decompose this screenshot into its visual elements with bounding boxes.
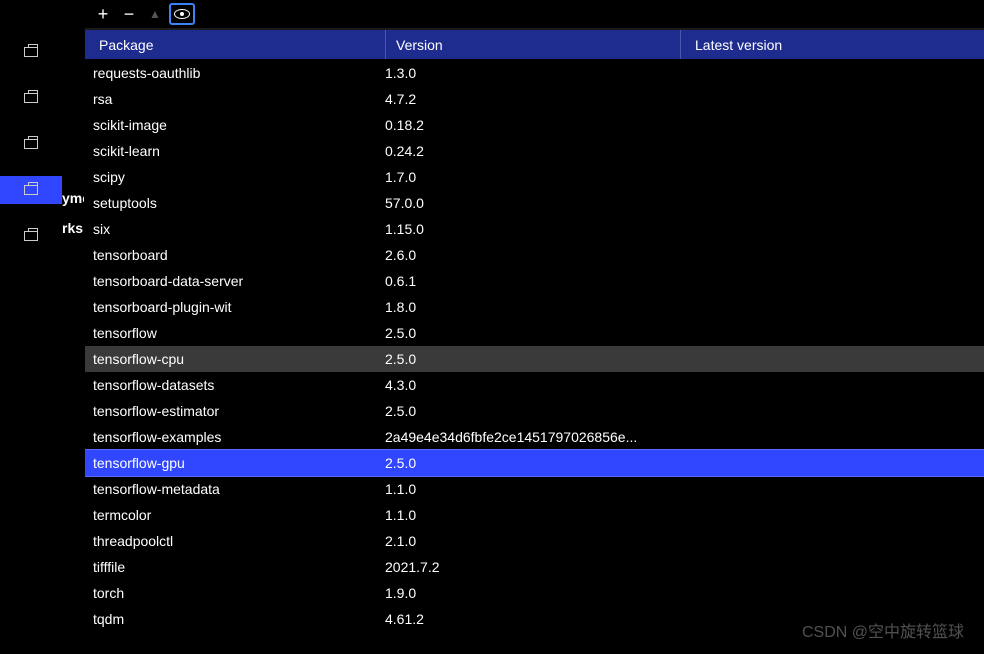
package-version-cell: 1.9.0 — [381, 585, 676, 601]
package-version-cell: 2a49e4e34d6fbfe2ce1451797026856e... — [381, 429, 676, 445]
package-version-cell: 57.0.0 — [381, 195, 676, 211]
table-row[interactable]: setuptools57.0.0 — [85, 190, 984, 216]
sidebar-label-column: yment rks — [62, 0, 84, 654]
table-row[interactable]: rsa4.7.2 — [85, 86, 984, 112]
package-name-cell: setuptools — [85, 195, 381, 211]
table-row[interactable]: scikit-learn0.24.2 — [85, 138, 984, 164]
column-header-version[interactable]: Version — [385, 30, 680, 59]
add-button[interactable]: + — [91, 3, 115, 25]
package-name-cell: tensorflow — [85, 325, 381, 341]
sidebar-nav-item-5[interactable] — [0, 222, 62, 250]
package-name-cell: tensorflow-estimator — [85, 403, 381, 419]
table-row[interactable]: scikit-image0.18.2 — [85, 112, 984, 138]
table-row[interactable]: tensorflow-estimator2.5.0 — [85, 398, 984, 424]
package-name-cell: requests-oauthlib — [85, 65, 381, 81]
package-name-cell: termcolor — [85, 507, 381, 523]
triangle-up-icon: ▲ — [149, 7, 161, 21]
main-panel: + − ▲ Package Version Latest version req… — [84, 0, 984, 654]
table-row[interactable]: tensorflow-metadata1.1.0 — [85, 476, 984, 502]
package-version-cell: 2021.7.2 — [381, 559, 676, 575]
package-version-cell: 2.5.0 — [381, 455, 676, 471]
package-version-cell: 4.3.0 — [381, 377, 676, 393]
package-version-cell: 0.24.2 — [381, 143, 676, 159]
package-version-cell: 1.8.0 — [381, 299, 676, 315]
package-version-cell: 2.5.0 — [381, 403, 676, 419]
package-name-cell: tensorboard-data-server — [85, 273, 381, 289]
package-name-cell: scipy — [85, 169, 381, 185]
table-row[interactable]: tensorboard-plugin-wit1.8.0 — [85, 294, 984, 320]
eye-icon — [174, 9, 190, 19]
package-name-cell: threadpoolctl — [85, 533, 381, 549]
show-early-releases-button[interactable] — [169, 3, 195, 25]
plus-icon: + — [98, 4, 109, 25]
table-row[interactable]: tensorboard2.6.0 — [85, 242, 984, 268]
package-name-cell: rsa — [85, 91, 381, 107]
table-row[interactable]: tensorflow2.5.0 — [85, 320, 984, 346]
package-version-cell: 0.6.1 — [381, 273, 676, 289]
package-name-cell: tensorflow-metadata — [85, 481, 381, 497]
package-name-cell: tensorflow-datasets — [85, 377, 381, 393]
watermark-text: CSDN @空中旋转篮球 — [802, 618, 964, 642]
package-version-cell: 1.1.0 — [381, 507, 676, 523]
column-header-package[interactable]: Package — [85, 37, 385, 53]
upgrade-button[interactable]: ▲ — [143, 3, 167, 25]
module-icon — [24, 47, 38, 57]
package-version-cell: 1.1.0 — [381, 481, 676, 497]
package-name-cell: six — [85, 221, 381, 237]
table-row[interactable]: termcolor1.1.0 — [85, 502, 984, 528]
package-version-cell: 0.18.2 — [381, 117, 676, 133]
package-name-cell: tensorflow-cpu — [85, 351, 381, 367]
sidebar-nav-item-4[interactable] — [0, 176, 62, 204]
package-version-cell: 2.5.0 — [381, 325, 676, 341]
package-name-cell: tifffile — [85, 559, 381, 575]
table-row[interactable]: tifffile2021.7.2 — [85, 554, 984, 580]
package-name-cell: tensorboard — [85, 247, 381, 263]
table-row[interactable]: six1.15.0 — [85, 216, 984, 242]
table-row[interactable]: scipy1.7.0 — [85, 164, 984, 190]
sidebar-nav-item-1[interactable] — [0, 38, 62, 66]
package-table-header: Package Version Latest version — [85, 30, 984, 60]
table-row[interactable]: tensorboard-data-server0.6.1 — [85, 268, 984, 294]
module-icon — [24, 231, 38, 241]
package-version-cell: 2.6.0 — [381, 247, 676, 263]
table-row[interactable]: requests-oauthlib1.3.0 — [85, 60, 984, 86]
package-name-cell: torch — [85, 585, 381, 601]
table-row[interactable]: threadpoolctl2.1.0 — [85, 528, 984, 554]
package-name-cell: scikit-learn — [85, 143, 381, 159]
package-version-cell: 2.1.0 — [381, 533, 676, 549]
package-table-body: requests-oauthlib1.3.0rsa4.7.2scikit-ima… — [85, 60, 984, 654]
package-version-cell: 4.61.2 — [381, 611, 676, 627]
package-version-cell: 1.15.0 — [381, 221, 676, 237]
package-version-cell: 4.7.2 — [381, 91, 676, 107]
sidebar-icon-column — [0, 0, 62, 654]
package-version-cell: 1.7.0 — [381, 169, 676, 185]
table-row[interactable]: tensorflow-examples2a49e4e34d6fbfe2ce145… — [85, 424, 984, 450]
package-name-cell: tensorflow-gpu — [85, 455, 381, 471]
sidebar-label-1: yment — [62, 190, 84, 206]
module-icon — [24, 93, 38, 103]
table-row[interactable]: torch1.9.0 — [85, 580, 984, 606]
package-version-cell: 1.3.0 — [381, 65, 676, 81]
package-name-cell: tensorflow-examples — [85, 429, 381, 445]
package-name-cell: tqdm — [85, 611, 381, 627]
table-row[interactable]: tensorflow-gpu2.5.0 — [85, 450, 984, 476]
sidebar-label-2: rks — [62, 220, 84, 236]
package-name-cell: tensorboard-plugin-wit — [85, 299, 381, 315]
sidebar-nav-item-2[interactable] — [0, 84, 62, 112]
module-icon — [24, 185, 38, 195]
table-row[interactable]: tensorflow-datasets4.3.0 — [85, 372, 984, 398]
table-row[interactable]: tensorflow-cpu2.5.0 — [85, 346, 984, 372]
toolbar: + − ▲ — [85, 0, 984, 30]
column-header-latest[interactable]: Latest version — [680, 30, 984, 59]
remove-button[interactable]: − — [117, 3, 141, 25]
minus-icon: − — [124, 4, 135, 25]
module-icon — [24, 139, 38, 149]
package-version-cell: 2.5.0 — [381, 351, 676, 367]
package-name-cell: scikit-image — [85, 117, 381, 133]
sidebar-nav-item-3[interactable] — [0, 130, 62, 158]
